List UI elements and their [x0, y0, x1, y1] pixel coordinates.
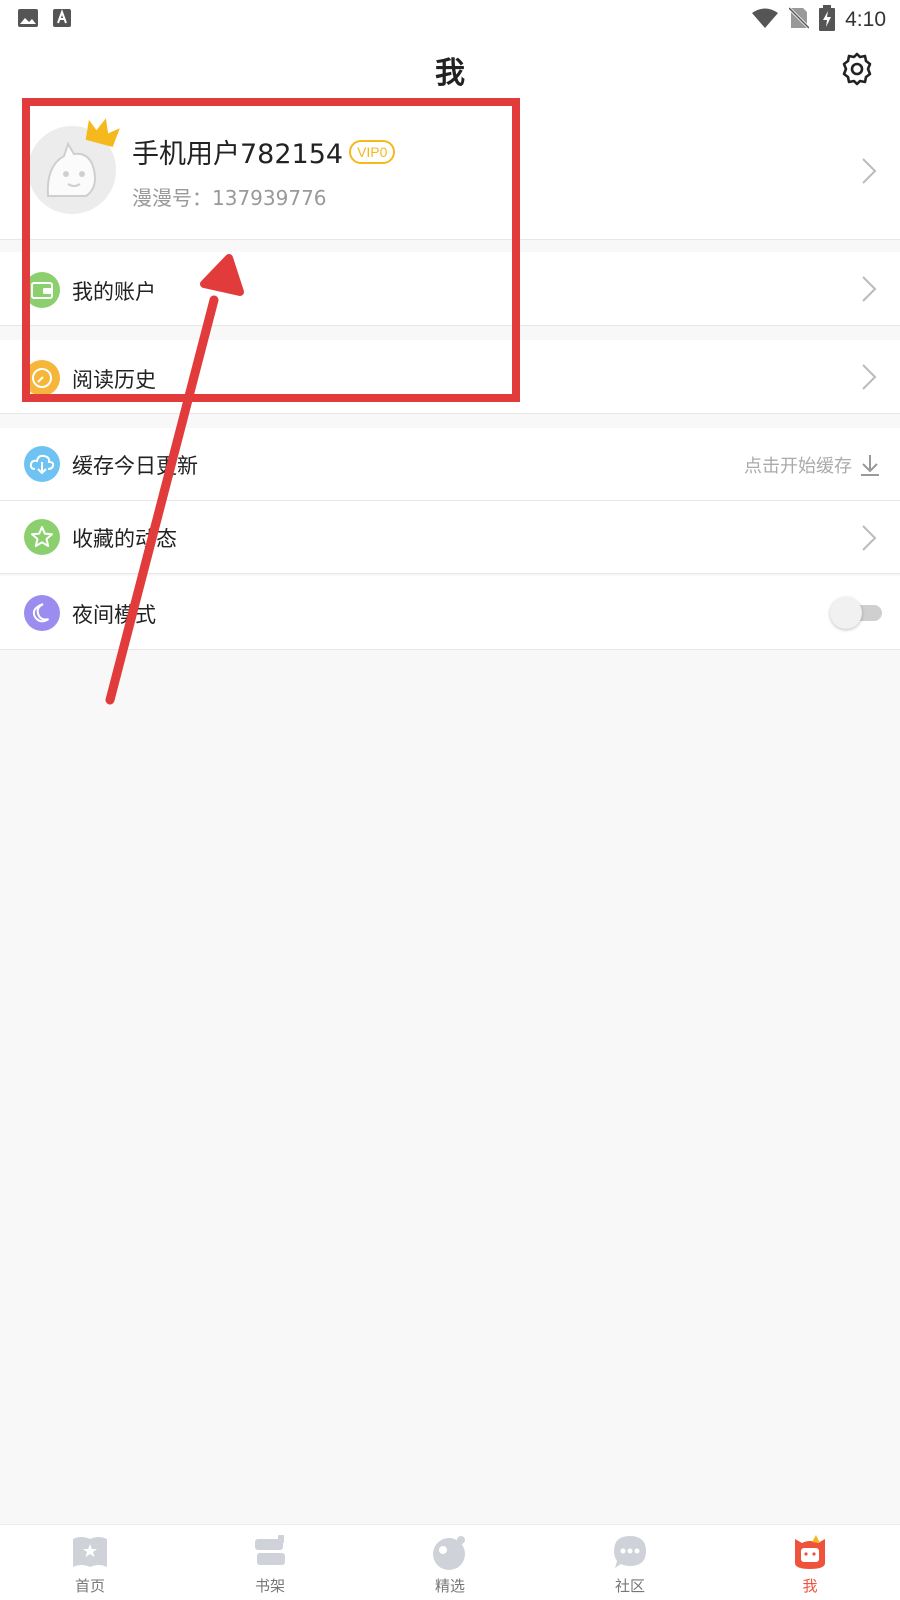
profile-page: 4:10 我 手机用户782154 VIP0 漫漫号：137939776 我的账…: [0, 0, 900, 1600]
clock-icon: [24, 360, 60, 396]
wallet-icon: [24, 272, 60, 308]
star-icon: [24, 519, 60, 555]
moon-icon: [24, 595, 60, 631]
nav-community[interactable]: 社区: [540, 1525, 720, 1600]
cloud-download-icon: [24, 446, 60, 482]
vip-badge: VIP0: [349, 139, 396, 164]
nav-label: 我: [802, 1577, 818, 1595]
download-icon: [861, 455, 879, 476]
chevron-right-icon: [862, 364, 877, 390]
community-chat-icon: [610, 1533, 650, 1571]
menu-item-favorites[interactable]: 收藏的动态: [0, 501, 900, 574]
battery-charging-icon: [819, 5, 836, 35]
menu-item-label: 夜间模式: [72, 603, 156, 627]
annotation-arrow: [105, 254, 244, 705]
a-keyboard-icon: [52, 8, 72, 28]
bottom-nav: 首页 书架 精选 社区 我: [0, 1524, 900, 1600]
menu-item-label: 缓存今日更新: [72, 454, 198, 478]
clock-time: 4:10: [845, 8, 886, 31]
profile-mascot-icon: [790, 1533, 830, 1571]
nav-label: 社区: [614, 1577, 645, 1595]
nav-home[interactable]: 首页: [0, 1525, 180, 1600]
start-cache-label: 点击开始缓存: [744, 456, 852, 477]
no-sim-icon: [788, 6, 811, 34]
menu-item-label: 收藏的动态: [72, 527, 177, 551]
nav-bookshelf[interactable]: 书架: [180, 1525, 360, 1600]
status-bar: 4:10: [0, 0, 900, 38]
night-mode-toggle[interactable]: [830, 597, 884, 629]
menu-item-label: 我的账户: [72, 280, 156, 304]
wifi-icon: [751, 7, 779, 33]
nav-label: 首页: [74, 1577, 105, 1595]
crown-icon: [84, 116, 122, 150]
featured-icon: [430, 1533, 470, 1571]
gear-icon: [842, 52, 872, 86]
chevron-right-icon: [862, 525, 877, 551]
nav-me[interactable]: 我: [720, 1525, 900, 1600]
chevron-right-icon: [862, 276, 877, 302]
image-icon: [18, 8, 38, 28]
account-id: 漫漫号：137939776: [132, 186, 327, 210]
chevron-right-icon: [862, 158, 877, 184]
page-title: 我: [435, 56, 465, 91]
profile-card[interactable]: 手机用户782154 VIP0 漫漫号：137939776: [0, 102, 900, 240]
menu-item-night-mode: 夜间模式: [0, 576, 900, 650]
bookshelf-icon: [250, 1533, 290, 1571]
start-cache-button[interactable]: 点击开始缓存: [744, 452, 880, 478]
app-header: 我: [0, 38, 900, 102]
menu-item-label: 阅读历史: [72, 368, 156, 392]
nav-label: 精选: [434, 1577, 465, 1595]
menu-item-account[interactable]: 我的账户: [0, 252, 900, 326]
menu-item-history[interactable]: 阅读历史: [0, 340, 900, 414]
home-book-icon: [70, 1533, 110, 1571]
menu-item-cache[interactable]: 缓存今日更新 点击开始缓存: [0, 428, 900, 501]
nav-label: 书架: [254, 1577, 285, 1595]
username: 手机用户782154: [132, 139, 344, 170]
settings-button[interactable]: [840, 52, 874, 86]
nav-featured[interactable]: 精选: [360, 1525, 540, 1600]
